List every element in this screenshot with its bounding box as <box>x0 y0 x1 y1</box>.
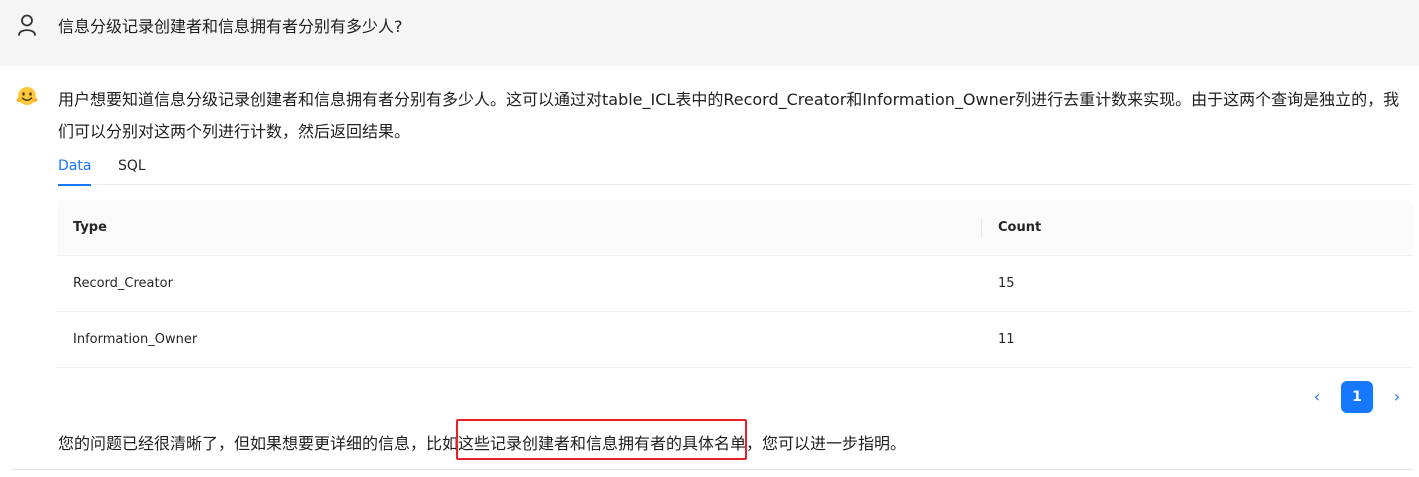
column-divider <box>981 218 982 238</box>
pagination-page-1[interactable]: 1 <box>1341 381 1373 413</box>
cell-type: Record_Creator <box>73 276 173 291</box>
tab-data[interactable]: Data <box>58 156 92 186</box>
table-row: Record_Creator 15 <box>57 256 1413 312</box>
cell-type: Information_Owner <box>73 332 198 347</box>
question-text: 信息分级记录创建者和信息拥有者分别有多少人? <box>58 17 403 36</box>
user-icon <box>18 14 36 36</box>
divider <box>12 469 1413 470</box>
assistant-answer: 用户想要知道信息分级记录创建者和信息拥有者分别有多少人。这可以通过对table_… <box>0 66 1419 477</box>
result-tabs: Data SQL <box>58 150 1413 186</box>
highlight-annotation-box <box>456 419 747 460</box>
table-row: Information_Owner 11 <box>57 312 1413 368</box>
user-question-bar: 信息分级记录创建者和信息拥有者分别有多少人? <box>0 0 1419 66</box>
pagination-next-button[interactable]: › <box>1383 381 1411 413</box>
table-header-row: Type Count <box>57 200 1413 256</box>
pagination-prev-button[interactable]: ‹ <box>1303 381 1331 413</box>
column-header-count: Count <box>998 220 1042 235</box>
cell-count: 11 <box>998 332 1015 347</box>
result-table: Type Count Record_Creator 15 Information… <box>57 200 1413 368</box>
bot-emoji-icon <box>16 87 38 105</box>
column-header-type: Type <box>73 220 107 235</box>
tab-sql[interactable]: SQL <box>118 156 146 176</box>
answer-text: 用户想要知道信息分级记录创建者和信息拥有者分别有多少人。这可以通过对table_… <box>58 90 1400 141</box>
cell-count: 15 <box>998 276 1015 291</box>
